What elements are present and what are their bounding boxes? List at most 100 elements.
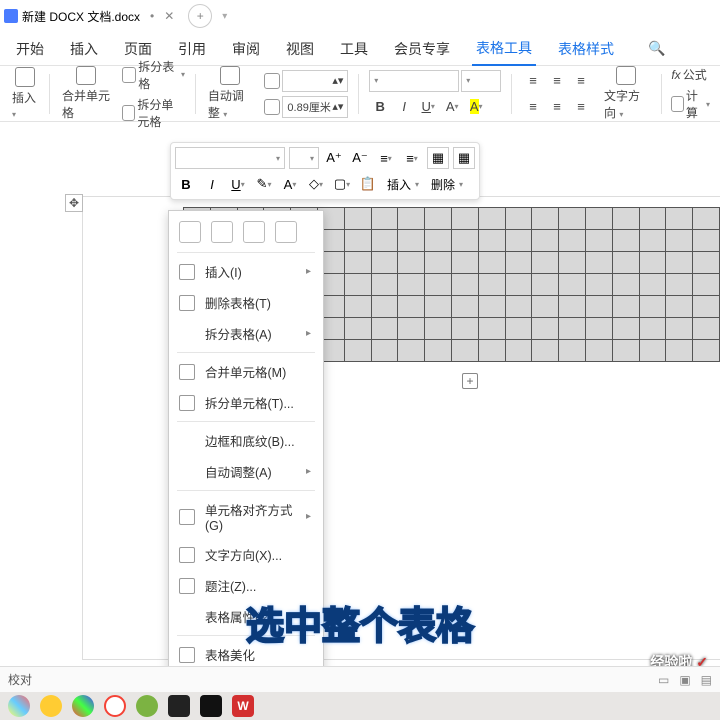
separator [177, 490, 315, 491]
mini-italic[interactable]: I [201, 173, 223, 195]
row-height-input[interactable]: ▴▾ [282, 70, 348, 92]
mini-delete-icon[interactable]: ▦ [453, 147, 475, 169]
ctx-text-direction[interactable]: 文字方向(X)... [169, 539, 323, 570]
align-bl-button[interactable]: ≡ [522, 96, 544, 118]
ribbon-insert-label: 插入 ▾ [12, 89, 37, 120]
mini-insert-label[interactable]: 插入▾ [383, 173, 423, 195]
cut-icon[interactable] [211, 221, 233, 243]
copy-icon[interactable] [179, 221, 201, 243]
mini-paste[interactable]: 📋 [357, 173, 379, 195]
split-cell-icon [122, 105, 135, 121]
align-button[interactable]: ≡▾ [401, 147, 423, 169]
split-cell-icon [179, 395, 195, 411]
app-icon[interactable] [40, 695, 62, 717]
insert-icon [179, 264, 195, 280]
divider [358, 74, 359, 114]
mini-font-family[interactable]: ▾ [175, 147, 285, 169]
ribbon-merge[interactable]: 合并单元格 [56, 66, 116, 121]
mini-font-size[interactable]: ▾ [289, 147, 319, 169]
mini-underline[interactable]: U▾ [227, 173, 249, 195]
wps-icon[interactable]: W [232, 695, 254, 717]
app-icon[interactable] [136, 695, 158, 717]
list-button[interactable]: ≡▾ [375, 147, 397, 169]
align-icon [179, 509, 195, 525]
textdir-icon [616, 66, 636, 85]
ctx-border[interactable]: 边框和底纹(B)... [169, 425, 323, 456]
highlight-button[interactable]: A▾ [465, 96, 487, 118]
taskbar: W [0, 692, 720, 720]
merge-cell-icon [179, 364, 195, 380]
view-mode-3-icon[interactable]: ▤ [701, 673, 712, 687]
app-icon[interactable] [72, 695, 94, 717]
view-mode-2-icon[interactable]: ▣ [679, 673, 690, 687]
ctx-delete-table[interactable]: 删除表格(T) [169, 287, 323, 318]
chrome-icon[interactable] [104, 695, 126, 717]
view-mode-1-icon[interactable]: ▭ [658, 673, 669, 687]
align-tc-button[interactable]: ≡ [546, 70, 568, 92]
font-size-select[interactable]: ▾ [461, 70, 501, 92]
shrink-font-button[interactable]: A⁻ [349, 147, 371, 169]
col-width-input[interactable]: 0.89厘米▴▾ [282, 96, 348, 118]
ribbon-split-cell[interactable]: 拆分单元格 [122, 96, 185, 130]
ribbon-insert[interactable]: 插入 ▾ [6, 66, 43, 121]
ctx-split-table[interactable]: 拆分表格(A)▸ [169, 318, 323, 349]
mini-delete-label[interactable]: 删除▾ [427, 173, 467, 195]
ribbon-textdir[interactable]: 文字方向 ▾ [598, 66, 655, 121]
search-icon[interactable]: 🔍 [644, 34, 669, 63]
tab-table-tools[interactable]: 表格工具 [472, 32, 536, 66]
status-proof[interactable]: 校对 [8, 671, 32, 688]
ctx-align[interactable]: 单元格对齐方式(G)▸ [169, 494, 323, 539]
tab-tools[interactable]: 工具 [336, 33, 372, 65]
grow-font-button[interactable]: A⁺ [323, 147, 345, 169]
ctx-autofit[interactable]: 自动调整(A)▸ [169, 456, 323, 487]
align-tl-button[interactable]: ≡ [522, 70, 544, 92]
mini-border[interactable]: ▢▾ [331, 173, 353, 195]
start-icon[interactable] [8, 695, 30, 717]
paste-icon[interactable] [243, 221, 265, 243]
separator [177, 252, 315, 253]
underline-button[interactable]: U▾ [417, 96, 439, 118]
doc-icon [4, 9, 18, 23]
modified-dot: • [150, 9, 154, 23]
mini-clear[interactable]: ◇▾ [305, 173, 327, 195]
font-color-button[interactable]: A▾ [441, 96, 463, 118]
close-tab-icon[interactable]: ✕ [164, 9, 174, 23]
tab-table-style[interactable]: 表格样式 [554, 33, 618, 65]
add-row-button[interactable]: + [462, 373, 478, 389]
font-family-select[interactable]: ▾ [369, 70, 459, 92]
insert-icon [15, 67, 35, 87]
ribbon-calc[interactable]: 计算▾ [671, 87, 710, 121]
align-tr-button[interactable]: ≡ [570, 70, 592, 92]
paste-special-icon[interactable] [275, 221, 297, 243]
tab-view[interactable]: 视图 [282, 33, 318, 65]
ribbon-split-table[interactable]: 拆分表格▾ [122, 58, 185, 92]
ctx-split-cells[interactable]: 拆分单元格(T)... [169, 387, 323, 418]
italic-button[interactable]: I [393, 96, 415, 118]
align-br-button[interactable]: ≡ [570, 96, 592, 118]
merge-icon [76, 66, 96, 85]
mini-insert-icon[interactable]: ▦ [427, 147, 449, 169]
tab-more-icon[interactable]: ▾ [222, 11, 227, 22]
app-icon[interactable] [200, 695, 222, 717]
mini-toolbar: ▾ ▾ A⁺ A⁻ ≡▾ ≡▾ ▦ ▦ B I U▾ ✎▾ A▾ ◇▾ ▢▾ 📋… [170, 142, 480, 200]
mini-highlight[interactable]: ✎▾ [253, 173, 275, 195]
tab-insert[interactable]: 插入 [66, 33, 102, 65]
ctx-insert[interactable]: 插入(I)▸ [169, 256, 323, 287]
tab-member[interactable]: 会员专享 [390, 33, 454, 65]
ribbon-merge-label: 合并单元格 [62, 87, 110, 121]
new-tab-button[interactable]: + [188, 4, 212, 28]
row-height-icon [264, 73, 280, 89]
bold-button[interactable]: B [369, 96, 391, 118]
mini-font-color[interactable]: A▾ [279, 173, 301, 195]
tab-start[interactable]: 开始 [12, 33, 48, 65]
tab-review[interactable]: 审阅 [228, 33, 264, 65]
table-select-handle[interactable]: ✥ [65, 194, 83, 212]
mini-bold[interactable]: B [175, 173, 197, 195]
ribbon-autofit[interactable]: 自动调整 ▾ [202, 66, 259, 121]
app-icon[interactable] [168, 695, 190, 717]
autofit-icon [220, 66, 240, 85]
align-bc-button[interactable]: ≡ [546, 96, 568, 118]
ribbon-formula[interactable]: fx 公式 [671, 66, 710, 83]
ctx-merge-cells[interactable]: 合并单元格(M) [169, 356, 323, 387]
split-table-icon [122, 67, 136, 83]
